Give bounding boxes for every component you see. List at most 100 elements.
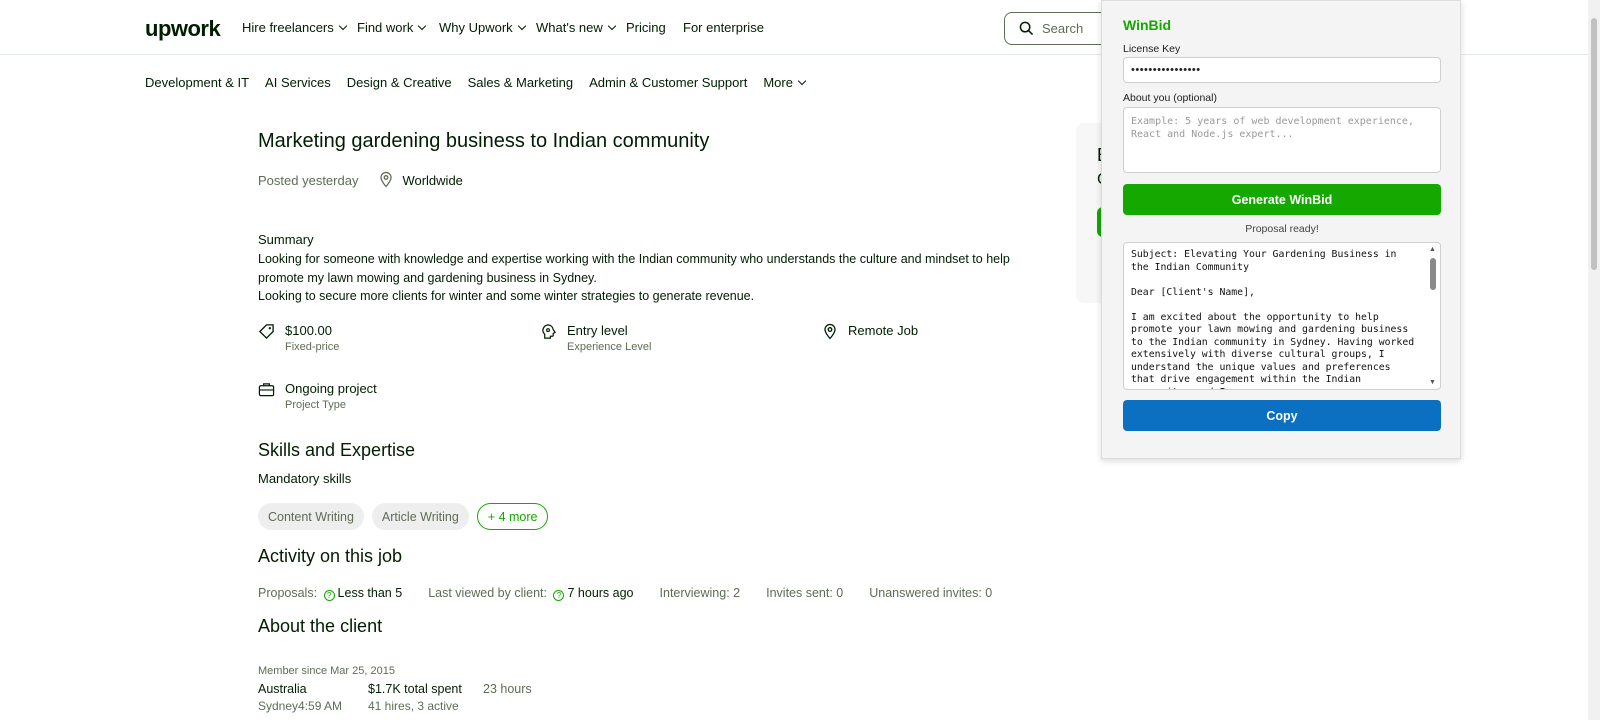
nav-label: Hire freelancers: [242, 20, 334, 35]
unanswered-invites-stat: Unanswered invites: 0: [869, 586, 993, 600]
location-pin-icon: [380, 171, 393, 188]
upwork-logo[interactable]: upwork: [145, 16, 221, 42]
client-city-time: Sydney4:59 AM: [258, 699, 343, 713]
client-location: Australia Sydney4:59 AM: [258, 682, 368, 713]
feature-budget: $100.00 Fixed-price: [258, 323, 339, 353]
posted-date: Posted yesterday: [258, 172, 359, 188]
winbid-brand: WinBid: [1123, 17, 1172, 33]
client-total-spent: $1.7K total spent: [368, 682, 462, 696]
project-type-label: Project Type: [285, 399, 346, 411]
skills-heading: Skills and Expertise: [258, 440, 416, 460]
chevron-down-icon: [418, 21, 427, 31]
client-stats: Australia Sydney4:59 AM $1.7K total spent…: [258, 682, 532, 713]
project-type-value: Ongoing project: [285, 381, 377, 396]
feature-experience: Entry level Experience Level: [540, 323, 651, 353]
job-meta: Posted yesterday Worldwide: [258, 171, 1048, 189]
activity-heading: Activity on this job: [258, 546, 403, 566]
chevron-down-icon: [797, 76, 807, 86]
help-icon[interactable]: ?: [323, 590, 335, 601]
mandatory-skills-label: Mandatory skills: [258, 471, 352, 486]
proposal-status: Proposal ready!: [1245, 223, 1319, 235]
client-hours: 23 hours: [483, 682, 532, 696]
job-summary: Looking for someone with knowledge and e…: [258, 250, 1048, 306]
skill-chip[interactable]: Content Writing: [258, 503, 364, 530]
nav-hire-freelancers[interactable]: Hire freelancers: [242, 20, 348, 35]
nav-why-upwork[interactable]: Why Upwork: [439, 20, 526, 35]
client-heading: About the client: [258, 616, 383, 636]
briefcase-icon: [258, 383, 275, 397]
interviewing-stat: Interviewing: 2: [659, 586, 741, 600]
job-details: Marketing gardening business to Indian c…: [258, 130, 1048, 713]
nav-label: Find work: [357, 20, 414, 35]
nav-label: What's new: [536, 20, 603, 35]
summary-line: Looking for someone with knowledge and e…: [258, 252, 1010, 285]
about-you-textarea[interactable]: Example: 5 years of web development expe…: [1123, 107, 1441, 173]
winbid-popup: WinBid License Key •••••••••••••••• Abou…: [1101, 0, 1461, 459]
summary-line: Looking to secure more clients for winte…: [258, 289, 755, 303]
category-ai-services[interactable]: AI Services: [265, 75, 331, 90]
client-hires: 41 hires, 3 active: [368, 699, 459, 713]
nav-find-work[interactable]: Find work: [357, 20, 427, 35]
last-viewed-label: Last viewed by client:: [428, 586, 547, 600]
search-placeholder: Search: [1042, 21, 1084, 36]
nav-pricing[interactable]: Pricing: [626, 20, 666, 35]
help-icon[interactable]: ?: [553, 590, 565, 601]
job-location: Worldwide: [378, 171, 463, 189]
last-viewed-value: 7 hours ago: [567, 586, 634, 600]
feature-project-type: Ongoing project Project Type: [258, 381, 377, 411]
client-spend: $1.7K total spent 41 hires, 3 active: [368, 682, 483, 713]
proposals-stat: Proposals: ? Less than 5: [258, 586, 402, 601]
chevron-down-icon: [607, 21, 617, 31]
about-you-label: About you (optional): [1123, 92, 1217, 104]
nav-label: For enterprise: [683, 20, 764, 35]
brain-icon: [542, 324, 557, 339]
proposals-value: Less than 5: [337, 586, 403, 600]
experience-label: Experience Level: [567, 341, 652, 353]
member-since: Member since Mar 25, 2015: [258, 665, 395, 677]
category-development-it[interactable]: Development & IT: [145, 75, 249, 90]
skills-list: Content Writing Article Writing + 4 more: [258, 503, 549, 530]
page-scrollbar[interactable]: [1588, 0, 1600, 720]
budget-value: $100.00: [285, 323, 332, 338]
category-design-creative[interactable]: Design & Creative: [347, 75, 452, 90]
chevron-down-icon: [338, 21, 348, 31]
category-more[interactable]: More: [763, 75, 807, 90]
scrollbar-thumb[interactable]: [1430, 258, 1436, 290]
nav-label: Pricing: [626, 20, 666, 35]
skill-chip[interactable]: Article Writing: [371, 503, 469, 530]
experience-value: Entry level: [567, 323, 628, 338]
proposals-label: Proposals:: [258, 586, 318, 600]
last-viewed-stat: Last viewed by client: ? 7 hours ago: [428, 586, 634, 601]
scroll-down-icon[interactable]: ▼: [1429, 379, 1436, 386]
more-skills-button[interactable]: + 4 more: [476, 503, 549, 530]
activity-stats: Proposals: ? Less than 5 Last viewed by c…: [258, 586, 992, 601]
nav-for-enterprise[interactable]: For enterprise: [683, 20, 764, 35]
invites-stat: Invites sent: 0: [766, 586, 844, 600]
budget-label: Fixed-price: [285, 341, 340, 353]
search-input[interactable]: Search: [1004, 12, 1114, 45]
client-country: Australia: [258, 682, 307, 696]
page-scrollbar-thumb[interactable]: [1591, 18, 1597, 270]
job-title: Marketing gardening business to Indian c…: [258, 130, 710, 152]
copy-button[interactable]: Copy: [1123, 400, 1441, 431]
tag-icon: [258, 324, 274, 340]
scroll-up-icon[interactable]: ▲: [1429, 246, 1436, 253]
summary-heading: Summary: [258, 232, 314, 247]
proposal-scrollbar[interactable]: ▲ ▼: [1427, 244, 1439, 388]
remote-value: Remote Job: [848, 323, 919, 338]
category-sales-marketing[interactable]: Sales & Marketing: [468, 75, 574, 90]
nav-label: Why Upwork: [439, 20, 513, 35]
location-text: Worldwide: [402, 172, 463, 188]
proposal-output[interactable]: Subject: Elevating Your Gardening Busine…: [1123, 242, 1441, 390]
category-more-label: More: [763, 75, 793, 90]
license-key-label: License Key: [1123, 43, 1181, 55]
feature-remote: Remote Job: [822, 323, 918, 341]
chevron-down-icon: [517, 21, 526, 31]
proposal-text: Subject: Elevating Your Gardening Busine…: [1131, 249, 1415, 389]
nav-whats-new[interactable]: What's new: [536, 20, 617, 35]
search-icon: [1019, 21, 1034, 36]
category-admin-support[interactable]: Admin & Customer Support: [589, 75, 747, 90]
category-bar: Development & IT AI Services Design & Cr…: [145, 75, 807, 90]
license-key-input[interactable]: ••••••••••••••••: [1123, 57, 1441, 83]
generate-winbid-button[interactable]: Generate WinBid: [1123, 184, 1441, 215]
